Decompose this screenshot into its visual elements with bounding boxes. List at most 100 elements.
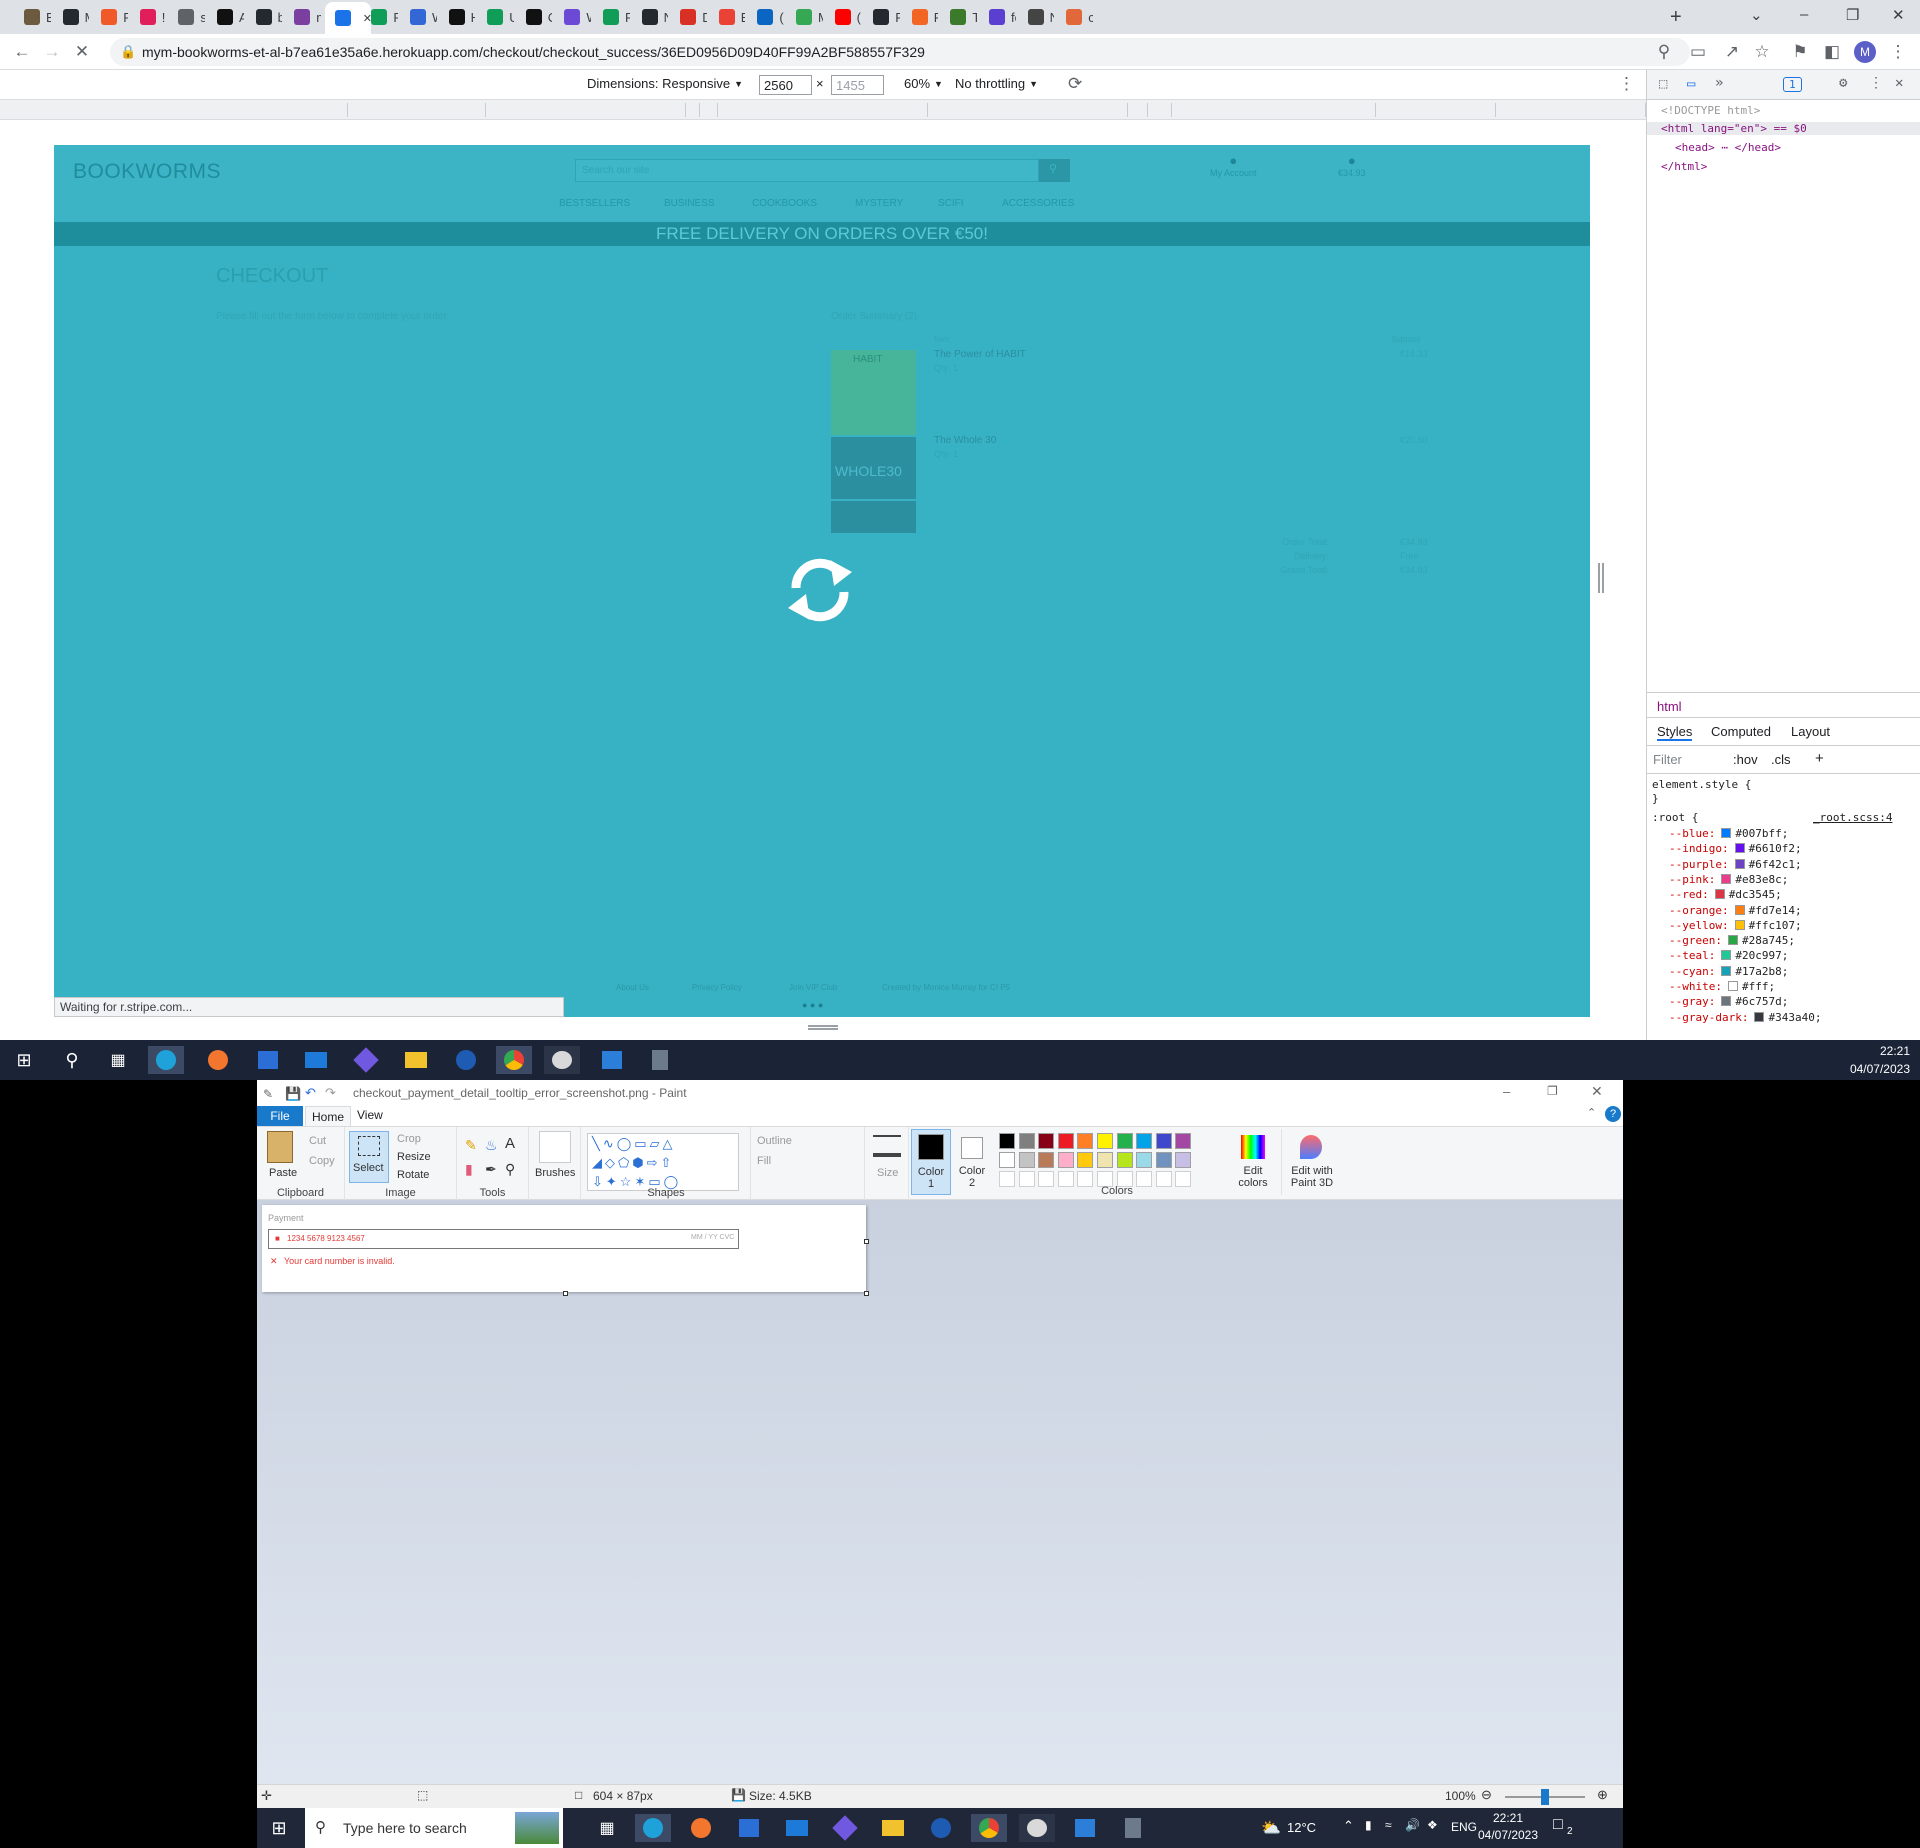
palette-swatch[interactable] (1038, 1133, 1055, 1149)
store-icon[interactable] (250, 1046, 286, 1074)
palette-swatch[interactable] (999, 1152, 1015, 1168)
browser-tab[interactable]: Mc (53, 4, 89, 30)
store-icon[interactable] (731, 1814, 767, 1842)
site-logo[interactable]: BOOKWORMS (73, 160, 221, 184)
search-icon[interactable]: ⚲ (54, 1046, 90, 1074)
size-button[interactable]: Size (877, 1167, 898, 1179)
maximize-icon[interactable]: ❐ (1547, 1084, 1558, 1098)
cut-button[interactable]: Cut (309, 1135, 326, 1147)
css-variable-row[interactable]: --gray: #6c757d; (1669, 995, 1788, 1008)
minimize-icon[interactable]: – (1503, 1084, 1510, 1099)
brushes-button[interactable]: Brushes (535, 1167, 575, 1179)
palette-swatch[interactable] (1155, 1152, 1172, 1168)
firefox-icon[interactable] (200, 1046, 236, 1074)
copilot-icon[interactable] (827, 1814, 863, 1842)
color-swatch[interactable] (1734, 858, 1745, 869)
canvas-resize-handle[interactable] (864, 1239, 869, 1244)
battery-icon[interactable]: ▮ (1365, 1818, 1372, 1832)
zoom-dropdown[interactable]: 60% ▼ (904, 76, 943, 91)
breadcrumb[interactable]: html (1647, 692, 1920, 718)
browser-tab[interactable]: We (554, 4, 591, 30)
calculator-icon[interactable] (642, 1046, 678, 1074)
palette-swatch[interactable] (1057, 1133, 1074, 1149)
doctype-line[interactable]: <!DOCTYPE html> (1661, 104, 1760, 117)
paint-icon[interactable] (1019, 1814, 1055, 1842)
palette-swatch[interactable] (999, 1133, 1015, 1149)
palette-swatch[interactable] (1116, 1133, 1133, 1149)
outline-dropdown[interactable]: Outline (757, 1135, 792, 1147)
paint-icon[interactable] (544, 1046, 580, 1074)
tab-layout[interactable]: Layout (1791, 724, 1830, 739)
browser-tab[interactable]: Re (863, 4, 900, 30)
edit-paint3d-button[interactable]: Edit with Paint 3D (1281, 1129, 1341, 1195)
palette-swatch[interactable] (1077, 1152, 1094, 1168)
color-swatch[interactable] (1754, 1011, 1765, 1022)
browser-tab[interactable]: P5 (593, 4, 630, 30)
shapes-gallery[interactable]: ╲∿◯▭▱△ ◢◇⬠⬢⇨⇧ ⇩✦☆✶▭◯ (587, 1133, 739, 1191)
color-swatch[interactable] (1721, 828, 1732, 838)
settings-gear-icon[interactable]: ⚙ (1839, 75, 1847, 91)
copilot-icon[interactable] (348, 1046, 384, 1074)
browser-tab[interactable]: Ne (1018, 4, 1054, 30)
devtools-menu-icon[interactable]: ⋮ (1869, 75, 1883, 91)
browser-tab[interactable]: bo (246, 4, 282, 30)
close-icon[interactable]: ✕ (1591, 1083, 1603, 1100)
weather-icon[interactable]: ⛅ (1261, 1818, 1281, 1838)
browser-tab[interactable]: Am (207, 4, 244, 30)
device-toggle-icon[interactable]: ▭ (1687, 76, 1695, 92)
width-input[interactable]: 2560 (759, 75, 812, 95)
zoom-icon[interactable]: ⚲ (1652, 40, 1676, 64)
html-line[interactable]: <html lang="en"> == $0 (1647, 122, 1920, 135)
palette-swatch[interactable] (1116, 1152, 1133, 1168)
copy-button[interactable]: Copy (309, 1155, 335, 1167)
color-swatch[interactable] (1721, 873, 1732, 884)
element-style-rule[interactable]: element.style { (1652, 778, 1751, 791)
color-swatch[interactable] (1714, 889, 1725, 900)
social-icons[interactable]: ● ● ● (802, 1000, 823, 1010)
help-icon[interactable]: ? (1605, 1106, 1621, 1122)
edge-icon[interactable] (635, 1814, 671, 1842)
resize-handle-right[interactable] (1598, 563, 1604, 593)
palette-swatch[interactable] (1155, 1133, 1172, 1149)
resize-button[interactable]: Resize (397, 1151, 431, 1163)
css-variable-row[interactable]: --blue: #007bff; (1669, 827, 1788, 840)
file-explorer-icon[interactable] (398, 1046, 434, 1074)
paint-canvas[interactable]: Payment ■ 1234 5678 9123 4567 MM / YY CV… (262, 1205, 866, 1292)
palette-swatch[interactable] (1175, 1152, 1192, 1168)
edge-icon[interactable] (148, 1046, 184, 1074)
pencil-icon[interactable]: ✎ (465, 1137, 477, 1154)
fill-dropdown[interactable]: Fill (757, 1155, 771, 1167)
color-swatch[interactable] (1727, 981, 1738, 991)
rotate-icon[interactable]: ⟳ (1068, 74, 1082, 94)
chrome-icon[interactable] (971, 1814, 1007, 1842)
tab-file[interactable]: File (257, 1106, 303, 1126)
tab-search-icon[interactable]: ⌄ (1750, 6, 1763, 24)
eraser-icon[interactable]: ▮ (465, 1161, 473, 1178)
browser-tab[interactable]: UX (477, 4, 514, 30)
close-icon[interactable]: ✕ (1895, 75, 1903, 91)
dropbox-icon[interactable]: ❖ (1427, 1818, 1438, 1832)
palette-swatch[interactable] (1097, 1133, 1113, 1149)
item-title[interactable]: The Power of HABIT (934, 349, 1026, 360)
tab-styles[interactable]: Styles (1657, 724, 1693, 741)
filter-input[interactable]: Filter (1653, 752, 1682, 767)
forward-icon[interactable]: → (40, 40, 64, 64)
palette-swatch[interactable] (1175, 1133, 1192, 1149)
footer-vip[interactable]: Join VIP Club (789, 983, 837, 992)
text-tool-icon[interactable]: A (505, 1135, 515, 1152)
css-variable-row[interactable]: --orange: #fd7e14; (1669, 904, 1802, 917)
nav-business[interactable]: BUSINESS (664, 198, 715, 209)
browser-tab[interactable]: css (1056, 4, 1093, 30)
tray-chevron-icon[interactable]: ⌃ (1343, 1818, 1354, 1834)
taskbar-search-box[interactable]: ⚲ Type here to search (305, 1808, 563, 1848)
css-variable-row[interactable]: --yellow: #ffc107; (1669, 919, 1802, 932)
browser-tab[interactable]: Co (516, 4, 552, 30)
wifi-icon[interactable]: ≈ (1385, 1818, 1392, 1832)
site-search-input[interactable]: Search our site (575, 159, 1039, 182)
browser-tab[interactable]: Bo (14, 4, 51, 30)
footer-privacy[interactable]: Privacy Policy (692, 983, 742, 992)
css-variable-row[interactable]: --green: #28a745; (1669, 934, 1795, 947)
rotate-button[interactable]: Rotate (397, 1169, 429, 1181)
dimensions-dropdown[interactable]: Dimensions: Responsive ▼ (587, 76, 743, 91)
css-variable-row[interactable]: --cyan: #17a2b8; (1669, 965, 1788, 978)
